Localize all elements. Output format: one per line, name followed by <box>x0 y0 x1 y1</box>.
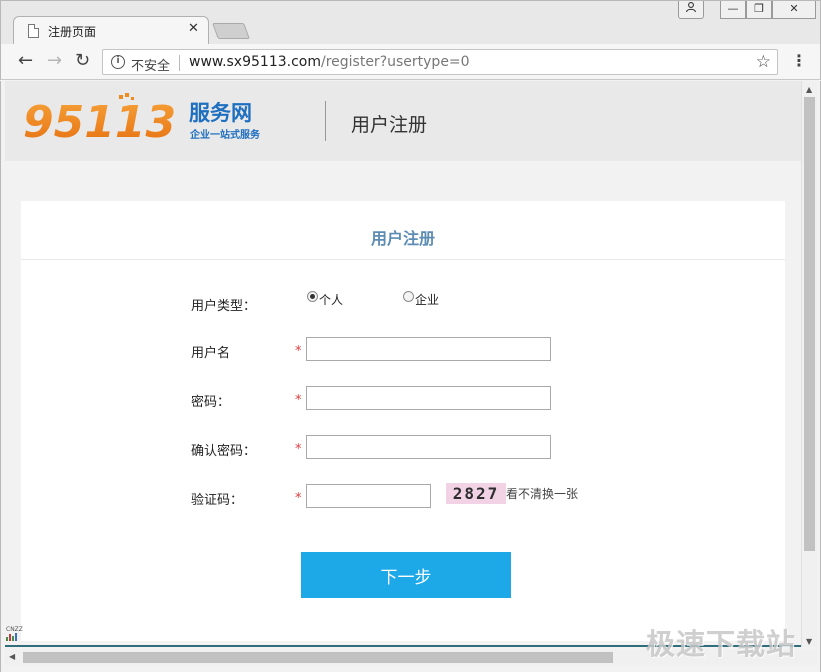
radio-enterprise-label[interactable]: 企业 <box>415 291 439 308</box>
username-input[interactable] <box>306 337 551 361</box>
url-path: /register?usertype=0 <box>320 54 470 70</box>
radio-personal-label[interactable]: 个人 <box>319 291 343 308</box>
confirm-password-input[interactable] <box>306 435 551 459</box>
next-step-button[interactable]: 下一步 <box>301 552 511 598</box>
password-label: 密码： <box>191 395 231 410</box>
document-icon <box>28 24 39 38</box>
required-mark: * <box>295 442 302 457</box>
minimize-button[interactable]: — <box>720 1 746 19</box>
tab-title: 注册页面 <box>48 25 97 39</box>
header-title: 用户注册 <box>351 114 428 136</box>
password-input[interactable] <box>306 386 551 410</box>
horizontal-scroll-thumb[interactable] <box>23 652 613 663</box>
watermark: 极速下载站 <box>646 627 797 661</box>
scroll-left-icon[interactable]: ◀ <box>9 652 15 661</box>
confirm-password-label: 确认密码： <box>191 444 257 459</box>
reload-icon[interactable]: ↻ <box>75 51 90 71</box>
form-title-divider <box>21 259 785 260</box>
required-mark: * <box>295 393 302 408</box>
security-label[interactable]: 不安全 <box>131 55 170 74</box>
svg-text:企业一站式服务: 企业一站式服务 <box>189 128 261 141</box>
cnzz-stats-icon[interactable]: CNZZ <box>6 626 24 644</box>
arrow-right-icon[interactable]: → <box>47 51 62 71</box>
svg-text:95113: 95113 <box>23 97 176 145</box>
logo-graphic: 95113 服务网 企业一站式服务 <box>23 93 261 148</box>
close-window-button[interactable]: ✕ <box>772 1 816 19</box>
radio-personal[interactable] <box>307 291 318 302</box>
site-logo[interactable]: 95113 服务网 企业一站式服务 <box>23 93 283 148</box>
header-divider <box>325 101 326 141</box>
user-icon <box>685 2 697 13</box>
username-label: 用户名 <box>191 346 231 361</box>
info-icon[interactable]: i <box>111 55 125 69</box>
page-viewport: 95113 服务网 企业一站式服务 用户注册 用户注册 用户类型： 个人 企业 … <box>0 81 821 672</box>
browser-titlebar: 注册页面 ✕ — ❐ ✕ <box>0 0 821 45</box>
captcha-image[interactable]: 2827 <box>446 483 506 504</box>
captcha-label: 验证码： <box>191 493 244 508</box>
svg-text:服务网: 服务网 <box>189 101 252 125</box>
url-separator <box>179 55 180 71</box>
profile-button[interactable] <box>678 1 704 19</box>
radio-enterprise[interactable] <box>403 291 414 302</box>
window-controls: — ❐ ✕ <box>678 1 816 19</box>
url-host: www.sx95113.com <box>189 54 321 70</box>
tab-register[interactable]: 注册页面 ✕ <box>13 16 209 45</box>
form-title: 用户注册 <box>370 229 435 248</box>
site-header: 95113 服务网 企业一站式服务 用户注册 <box>5 81 801 161</box>
register-card: 用户注册 用户类型： 个人 企业 用户名 * 密码： * 确认密码： * 验证码… <box>21 201 785 641</box>
required-mark: * <box>295 491 302 506</box>
url-text[interactable]: www.sx95113.com/register?usertype=0 <box>189 54 470 70</box>
kebab-menu-icon[interactable]: ⋮ <box>791 51 807 70</box>
arrow-left-icon[interactable]: ← <box>18 51 33 71</box>
scroll-up-icon[interactable]: ▲ <box>806 85 812 94</box>
address-bar[interactable]: i 不安全 www.sx95113.com/register?usertype=… <box>102 49 778 75</box>
user-type-label: 用户类型： <box>191 299 257 314</box>
new-tab-button[interactable] <box>212 23 250 39</box>
cnzz-label: CNZZ <box>6 626 23 633</box>
star-icon[interactable]: ☆ <box>756 52 771 72</box>
vertical-scroll-thumb[interactable] <box>804 97 815 551</box>
captcha-refresh-link[interactable]: 看不清换一张 <box>506 485 578 502</box>
required-mark: * <box>295 344 302 359</box>
tab-close-button[interactable]: ✕ <box>188 21 199 36</box>
browser-toolbar: ← → ↻ i 不安全 www.sx95113.com/register?use… <box>0 44 821 80</box>
captcha-input[interactable] <box>306 484 431 508</box>
restore-button[interactable]: ❐ <box>746 1 772 19</box>
scroll-down-icon[interactable]: ▼ <box>806 637 812 646</box>
vertical-scrollbar[interactable]: ▲ ▼ <box>801 81 817 647</box>
